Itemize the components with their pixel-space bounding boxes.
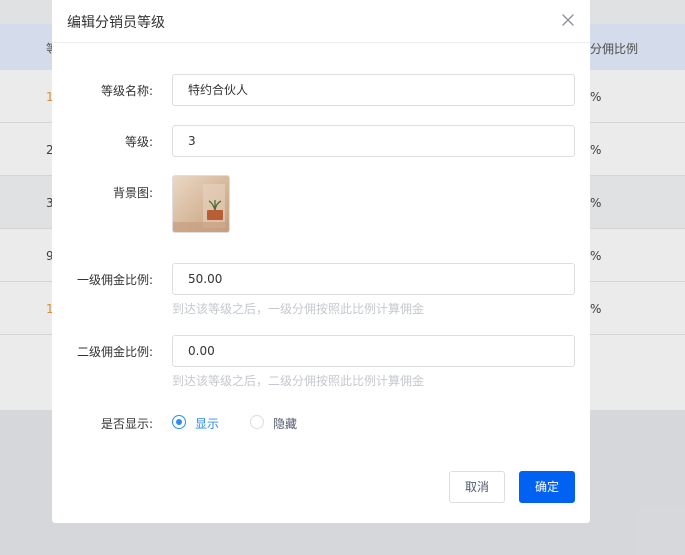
- background-image-label: 背景图:: [112, 186, 153, 200]
- radio-hide-label[interactable]: 隐藏: [273, 415, 297, 432]
- radio-show[interactable]: [172, 415, 186, 429]
- level-label: 等级:: [124, 135, 153, 149]
- radio-hide[interactable]: [250, 415, 264, 429]
- dialog-divider: [52, 42, 590, 43]
- confirm-button[interactable]: 确定: [519, 471, 575, 503]
- dialog-title: 编辑分销员等级: [67, 15, 165, 31]
- second-commission-label: 二级佣金比例:: [76, 345, 153, 359]
- first-commission-hint: 到达该等级之后，一级分佣按照此比例计算佣金: [172, 302, 425, 316]
- level-name-input[interactable]: 特约合伙人: [172, 74, 575, 106]
- first-commission-label: 一级佣金比例:: [76, 273, 153, 287]
- first-commission-input[interactable]: 50.00: [172, 263, 575, 295]
- second-commission-input[interactable]: 0.00: [172, 335, 575, 367]
- cancel-button[interactable]: 取消: [449, 471, 505, 503]
- level-name-label: 等级名称:: [100, 84, 153, 98]
- display-label: 是否显示:: [100, 417, 153, 431]
- second-commission-hint: 到达该等级之后，二级分佣按照此比例计算佣金: [172, 374, 425, 388]
- edit-distributor-level-dialog: 编辑分销员等级 等级名称: 特约合伙人 等级: 3 背景图: 一级佣金比例: 5…: [52, 0, 590, 523]
- background-image-thumbnail[interactable]: [172, 175, 230, 233]
- level-input[interactable]: 3: [172, 125, 575, 157]
- radio-show-label[interactable]: 显示: [195, 415, 219, 432]
- close-icon[interactable]: [560, 12, 576, 28]
